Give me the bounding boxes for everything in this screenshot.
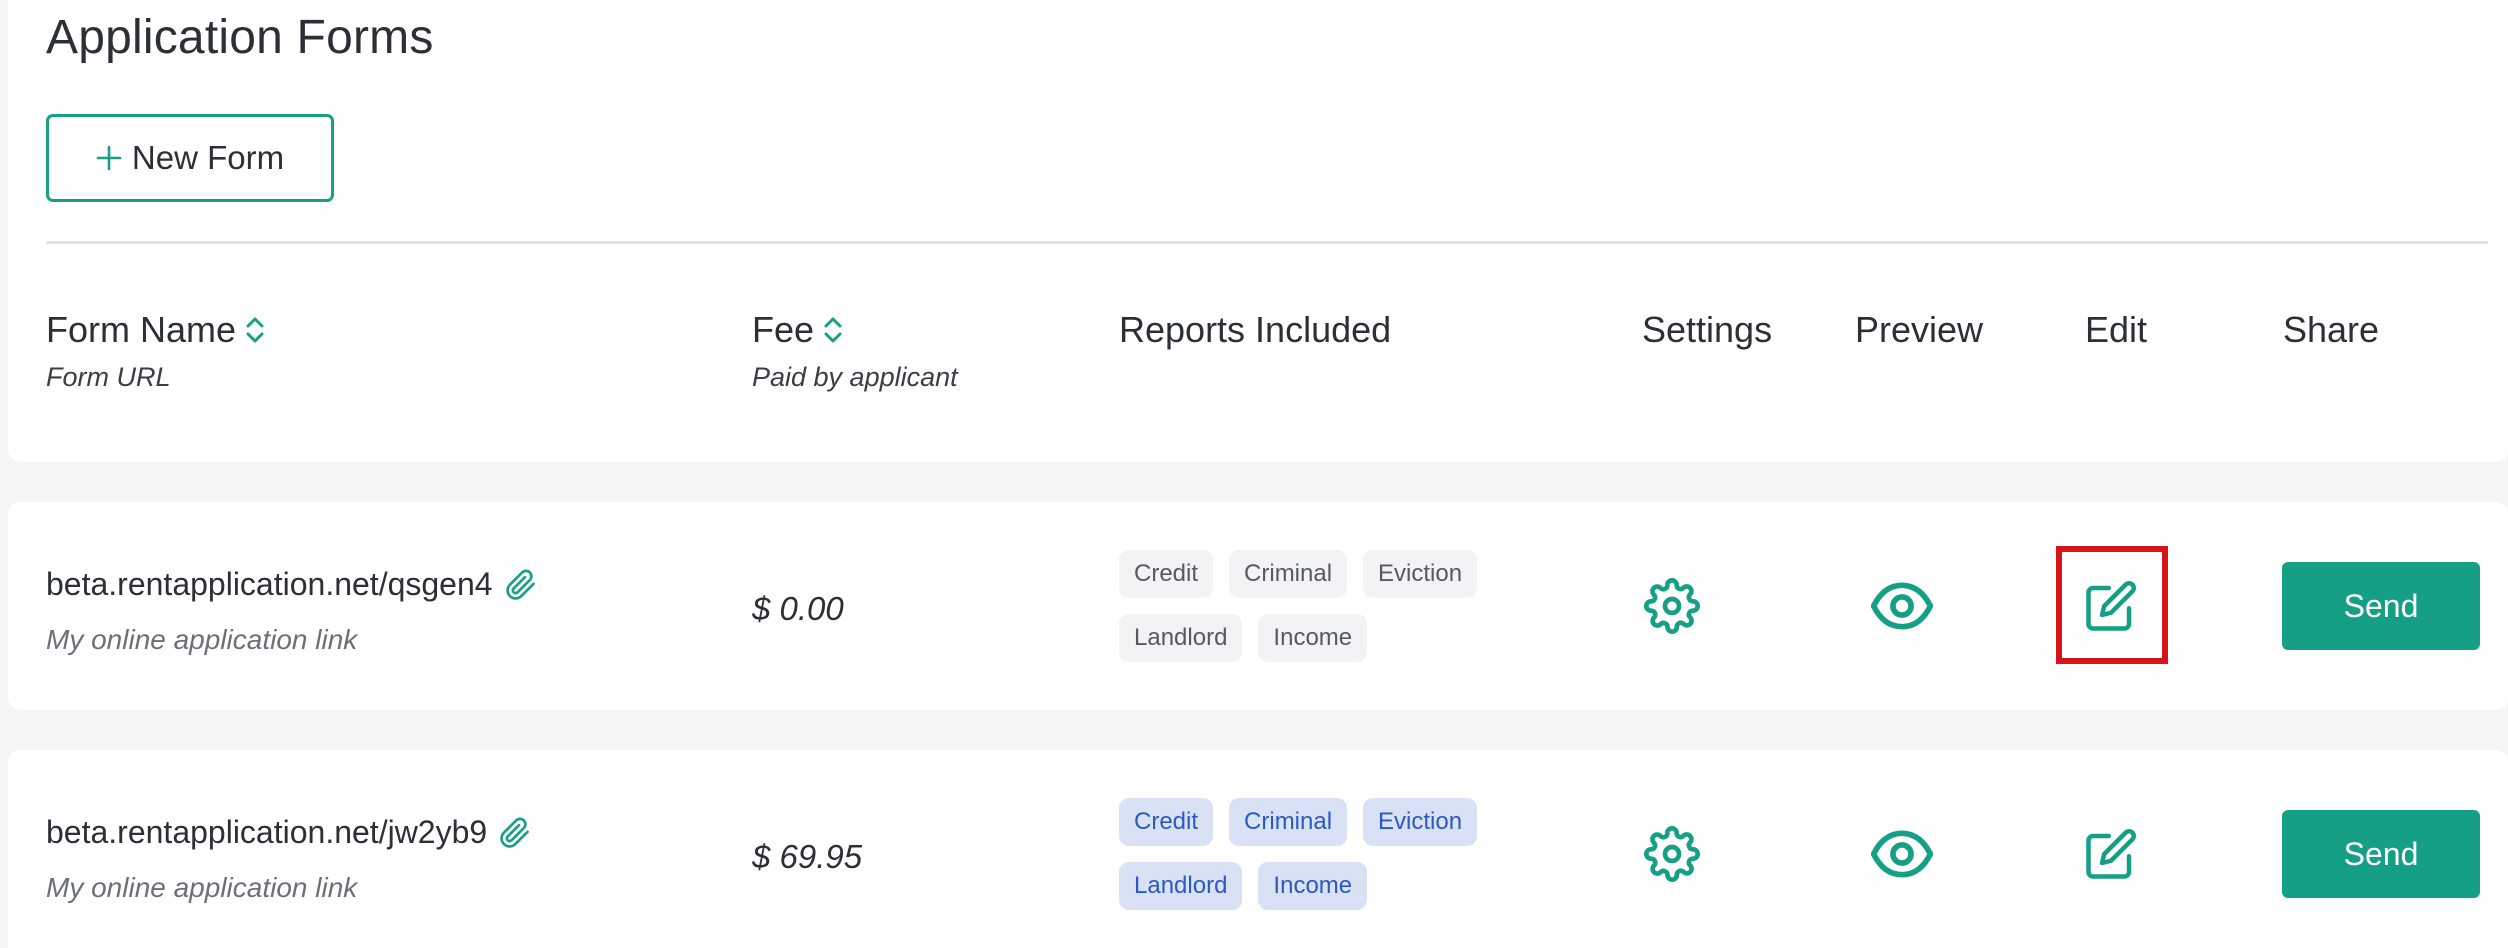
settings-button[interactable] (1640, 822, 1704, 886)
sort-icon (824, 317, 842, 343)
sort-icon (246, 317, 264, 343)
gear-icon (1644, 578, 1700, 634)
report-tag-credit: Credit (1119, 550, 1214, 598)
form-row: beta.rentapplication.net/qsgen4 My onlin… (8, 502, 2508, 710)
column-settings-label: Settings (1642, 309, 1773, 350)
column-share-label: Share (2283, 309, 2380, 350)
form-row: beta.rentapplication.net/jw2yb9 My onlin… (8, 750, 2508, 948)
page-title: Application Forms (46, 11, 434, 64)
eye-icon (1871, 582, 1933, 630)
column-form-url-label: Form URL (46, 362, 171, 392)
preview-button[interactable] (1866, 574, 1938, 638)
paperclip-icon[interactable] (505, 568, 537, 602)
gear-icon (1644, 826, 1700, 882)
settings-button[interactable] (1640, 574, 1704, 638)
form-url-text: beta.rentapplication.net/qsgen4 (46, 566, 493, 602)
report-tag-landlord: Landlord (1119, 862, 1243, 910)
report-tag-eviction: Eviction (1363, 798, 1478, 846)
preview-button[interactable] (1866, 822, 1938, 886)
report-tag-credit: Credit (1119, 798, 1214, 846)
column-header-reports: Reports Included (1119, 309, 1391, 351)
column-header-fee[interactable]: Fee (752, 309, 844, 351)
form-fee: $ 69.95 (752, 838, 863, 875)
column-header-edit: Edit (2085, 309, 2147, 351)
edit-button[interactable] (2079, 574, 2143, 638)
edit-button[interactable] (2079, 822, 2143, 886)
edit-icon (2086, 581, 2136, 631)
report-tag-criminal: Criminal (1229, 798, 1348, 846)
column-edit-label: Edit (2085, 309, 2148, 350)
column-reports-label: Reports Included (1119, 309, 1392, 350)
column-header-form-name[interactable]: Form Name (46, 309, 266, 351)
form-description: My online application link (46, 872, 358, 903)
form-url-link[interactable]: beta.rentapplication.net/qsgen4 (46, 566, 537, 603)
report-tag-landlord: Landlord (1119, 614, 1243, 662)
header-divider (46, 241, 2488, 244)
column-header-share: Share (2283, 309, 2379, 351)
eye-icon (1871, 830, 1933, 878)
reports-tags: Credit Criminal Eviction Landlord Income (1119, 798, 1519, 910)
new-form-button[interactable]: New Form (46, 114, 334, 202)
paperclip-icon[interactable] (499, 816, 531, 850)
column-header-preview: Preview (1855, 309, 1983, 351)
form-description: My online application link (46, 624, 358, 655)
column-header-settings: Settings (1642, 309, 1772, 351)
report-tag-income: Income (1258, 862, 1368, 910)
plus-icon (96, 145, 122, 171)
new-form-label: New Form (131, 139, 285, 176)
send-button[interactable]: Send (2282, 810, 2480, 898)
report-tag-income: Income (1258, 614, 1368, 662)
form-url-link[interactable]: beta.rentapplication.net/jw2yb9 (46, 814, 531, 851)
reports-tags: Credit Criminal Eviction Landlord Income (1119, 550, 1519, 662)
edit-icon (2086, 829, 2136, 879)
form-url-text: beta.rentapplication.net/jw2yb9 (46, 814, 488, 850)
report-tag-eviction: Eviction (1363, 550, 1478, 598)
forms-header-card (8, 0, 2508, 462)
column-form-name-label: Form Name (46, 309, 237, 350)
send-button[interactable]: Send (2282, 562, 2480, 650)
report-tag-criminal: Criminal (1229, 550, 1348, 598)
column-preview-label: Preview (1855, 309, 1984, 350)
column-fee-sub-label: Paid by applicant (752, 362, 958, 392)
column-fee-label: Fee (752, 309, 815, 350)
form-fee: $ 0.00 (752, 590, 844, 627)
